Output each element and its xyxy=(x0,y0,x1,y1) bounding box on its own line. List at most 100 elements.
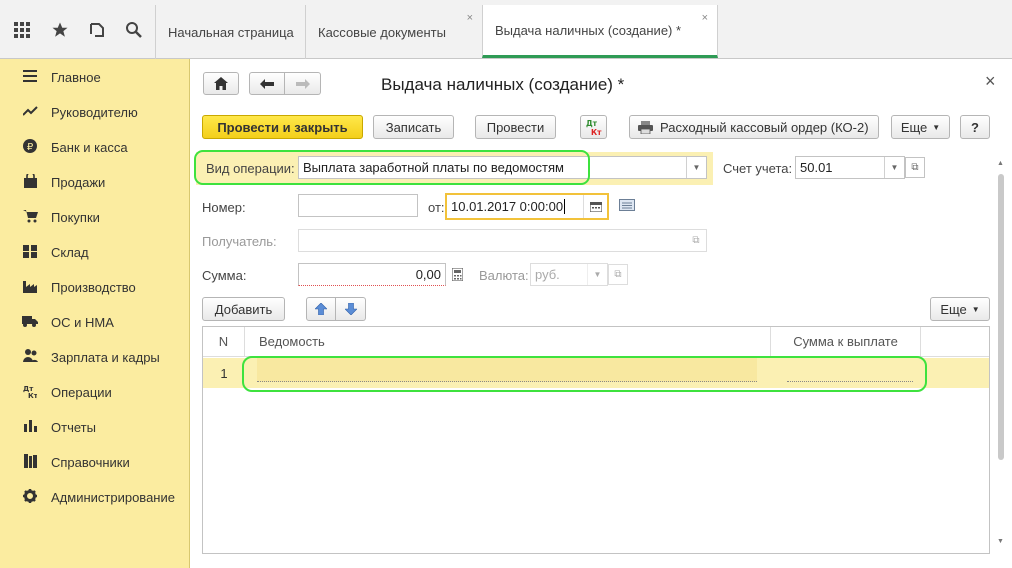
star-icon[interactable] xyxy=(42,0,78,59)
comment-icon[interactable] xyxy=(619,199,635,214)
arrow-down-icon xyxy=(344,303,357,315)
apps-grid-icon[interactable] xyxy=(4,0,40,59)
statement-cell[interactable] xyxy=(257,358,757,382)
number-label: Номер: xyxy=(202,200,246,215)
recipient-input[interactable]: ⧉ xyxy=(298,229,707,252)
calendar-icon[interactable] xyxy=(583,195,607,218)
sum-label: Сумма: xyxy=(202,268,247,283)
chevron-down-icon[interactable]: ▼ xyxy=(884,157,904,178)
tab-label: Выдача наличных (создание) * xyxy=(495,22,682,38)
more-actions-button[interactable]: Еще ▼ xyxy=(891,115,950,139)
grid-icon xyxy=(20,244,40,261)
sum-input[interactable]: 0,00 xyxy=(298,263,446,286)
back-button[interactable] xyxy=(249,72,285,95)
account-select[interactable]: 50.01 ▼ xyxy=(795,156,905,179)
sidebar-item-label: Производство xyxy=(51,280,136,295)
scroll-down-icon[interactable]: ▼ xyxy=(997,538,1004,545)
open-icon[interactable]: ⧉ xyxy=(905,157,925,178)
search-icon[interactable] xyxy=(115,0,151,59)
house-icon xyxy=(214,77,228,90)
recipient-label: Получатель: xyxy=(202,234,277,249)
scrollbar[interactable]: ▲ ▼ xyxy=(997,160,1007,550)
date-label: от: xyxy=(428,200,445,215)
more-label: Еще xyxy=(900,119,928,135)
column-header-statement[interactable]: Ведомость xyxy=(245,327,771,357)
scrollbar-thumb[interactable] xyxy=(998,174,1004,460)
print-cash-order-label: Расходный кассовый ордер (КО-2) xyxy=(660,119,869,135)
chevron-down-icon[interactable]: ▼ xyxy=(587,264,607,285)
sidebar-item-reports[interactable]: Отчеты xyxy=(0,410,190,445)
scroll-up-icon[interactable]: ▲ xyxy=(997,160,1004,167)
more-label: Еще xyxy=(940,301,967,317)
column-header-n[interactable]: N xyxy=(203,327,245,357)
sidebar-item-main[interactable]: Главное xyxy=(0,60,190,95)
help-button[interactable]: ? xyxy=(960,115,990,139)
sidebar-item-production[interactable]: Производство xyxy=(0,270,190,305)
sidebar-item-references[interactable]: Справочники xyxy=(0,445,190,480)
table-row[interactable]: 1 xyxy=(203,358,989,388)
close-icon[interactable]: × xyxy=(702,12,708,24)
amount-cell[interactable] xyxy=(787,358,913,382)
menu-icon xyxy=(20,70,40,85)
tab-cash-issue[interactable]: Выдача наличных (создание) * × xyxy=(482,5,718,58)
column-header-amount[interactable]: Сумма к выплате xyxy=(771,327,921,357)
sidebar-item-bank[interactable]: ₽ Банк и касса xyxy=(0,130,190,165)
column-header-empty xyxy=(921,327,989,357)
post-button[interactable]: Провести xyxy=(475,115,556,139)
history-icon[interactable] xyxy=(79,0,115,59)
sidebar-item-sales[interactable]: Продажи xyxy=(0,165,190,200)
sidebar-item-manager[interactable]: Руководителю xyxy=(0,95,190,130)
tab-cash-documents[interactable]: Кассовые документы × xyxy=(305,5,482,59)
svg-text:Кт: Кт xyxy=(591,128,602,136)
table-more-button[interactable]: Еще ▼ xyxy=(930,297,990,321)
move-up-button[interactable] xyxy=(306,297,336,321)
add-row-button[interactable]: Добавить xyxy=(202,297,285,321)
tab-home[interactable]: Начальная страница xyxy=(155,5,305,59)
sidebar-item-operations[interactable]: Дт Кт Операции xyxy=(0,375,190,410)
books-icon xyxy=(20,454,40,471)
sidebar-item-label: Банк и касса xyxy=(51,140,128,155)
open-icon[interactable]: ⧉ xyxy=(686,230,706,251)
print-cash-order-button[interactable]: Расходный кассовый ордер (КО-2) xyxy=(629,115,879,139)
dt-kt-button[interactable]: Дт Кт xyxy=(580,115,607,139)
move-down-button[interactable] xyxy=(336,297,366,321)
sidebar-item-warehouse[interactable]: Склад xyxy=(0,235,190,270)
sidebar-item-label: Руководителю xyxy=(51,105,138,120)
top-bar: Начальная страница Кассовые документы × … xyxy=(0,0,1012,59)
truck-icon xyxy=(20,315,40,330)
operation-select[interactable]: Выплата заработной платы по ведомостям ▼ xyxy=(298,156,707,179)
currency-select[interactable]: руб. ▼ xyxy=(530,263,608,286)
currency-value: руб. xyxy=(535,267,560,282)
sidebar-item-purchases[interactable]: Покупки xyxy=(0,200,190,235)
trend-icon xyxy=(20,105,40,120)
sidebar-item-label: Покупки xyxy=(51,210,100,225)
svg-text:Кт: Кт xyxy=(28,392,37,398)
close-icon[interactable]: × xyxy=(467,12,473,24)
number-input[interactable] xyxy=(298,194,418,217)
sidebar-item-administration[interactable]: Администрирование xyxy=(0,480,190,515)
sidebar-item-label: Продажи xyxy=(51,175,106,190)
arrow-up-icon xyxy=(315,303,327,315)
sidebar-item-fixed-assets[interactable]: ОС и НМА xyxy=(0,305,190,340)
factory-icon xyxy=(20,279,40,296)
post-and-close-button[interactable]: Провести и закрыть xyxy=(202,115,363,139)
calculator-icon[interactable] xyxy=(447,264,467,285)
close-form-icon[interactable]: × xyxy=(985,71,996,92)
sidebar-item-label: Главное xyxy=(51,70,101,85)
sidebar-item-label: Зарплата и кадры xyxy=(51,350,160,365)
chevron-down-icon[interactable]: ▼ xyxy=(686,157,706,178)
open-icon[interactable]: ⧉ xyxy=(608,264,628,285)
statements-table: N Ведомость Сумма к выплате 1 xyxy=(202,326,990,554)
save-button[interactable]: Записать xyxy=(373,115,454,139)
dt-kt-icon: ДтКт xyxy=(586,119,602,136)
forward-button[interactable] xyxy=(285,72,321,95)
sidebar-item-label: Отчеты xyxy=(51,420,96,435)
date-input[interactable]: 10.01.2017 0:00:00 xyxy=(445,193,609,220)
home-button[interactable] xyxy=(203,72,239,95)
chevron-down-icon: ▼ xyxy=(971,304,980,314)
bar-chart-icon xyxy=(20,420,40,435)
page-title: Выдача наличных (создание) * xyxy=(381,75,625,94)
sidebar-item-label: Администрирование xyxy=(51,490,175,505)
sidebar-item-salary[interactable]: Зарплата и кадры xyxy=(0,340,190,375)
currency-label: Валюта: xyxy=(479,268,529,283)
